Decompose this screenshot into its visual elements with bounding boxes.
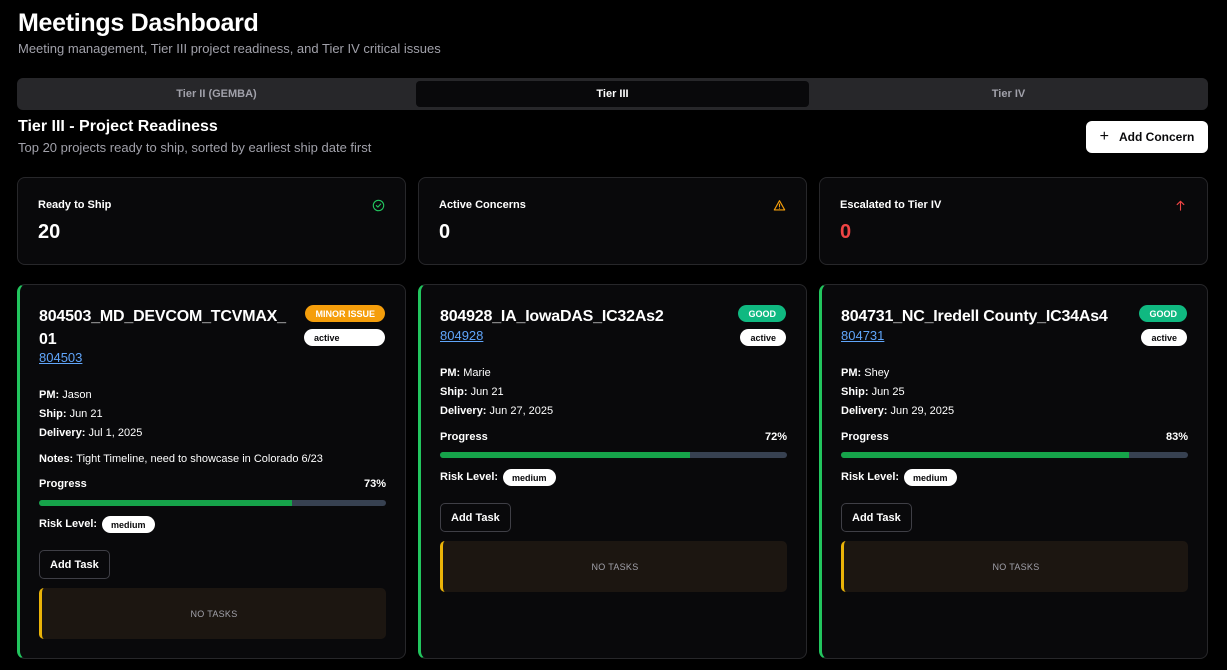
- stat-value: 20: [38, 221, 61, 243]
- progress-label: Progress: [841, 431, 889, 443]
- ship-row: Ship: Jun 25: [841, 386, 905, 398]
- progress-fill: [841, 452, 1129, 458]
- ship-value: Jun 21: [470, 386, 504, 398]
- risk-badge: medium: [102, 516, 155, 533]
- delivery-value: Jun 27, 2025: [489, 405, 554, 417]
- project-title: 804928_IA_IowaDAS_IC32As2: [440, 308, 664, 325]
- pm-value: Marie: [463, 367, 491, 379]
- stat-card-active-concerns: Active Concerns 0: [418, 177, 807, 265]
- progress-label: Progress: [440, 431, 488, 443]
- project-card: 804731_NC_Iredell County_IC34As4 804731 …: [819, 284, 1208, 659]
- project-title: 804503_MD_DEVCOM_TCVMAX_01: [39, 308, 286, 348]
- notes-row: Notes: Tight Timeline, need to showcase …: [39, 453, 323, 465]
- project-link[interactable]: 804928: [440, 328, 483, 343]
- section-subtitle: Top 20 projects ready to ship, sorted by…: [18, 140, 372, 155]
- add-concern-label: Add Concern: [1119, 130, 1195, 144]
- no-tasks-placeholder: NO TASKS: [841, 541, 1188, 592]
- progress-percent: 72%: [764, 431, 787, 443]
- state-badge: active: [740, 329, 786, 346]
- add-task-button[interactable]: Add Task: [39, 550, 110, 579]
- progress-bar: [440, 452, 787, 458]
- risk-label: Risk Level:: [39, 518, 98, 530]
- ship-label: Ship:: [39, 408, 67, 420]
- add-concern-button[interactable]: + Add Concern: [1086, 121, 1208, 153]
- stat-card-escalated: Escalated to Tier IV 0: [819, 177, 1208, 265]
- stat-value: 0: [439, 221, 451, 243]
- stat-label: Ready to Ship: [38, 199, 112, 211]
- state-badge: active: [304, 329, 385, 346]
- ship-label: Ship:: [440, 386, 468, 398]
- no-tasks-placeholder: NO TASKS: [39, 588, 386, 639]
- risk-label: Risk Level:: [440, 471, 499, 483]
- ship-value: Jun 25: [871, 386, 905, 398]
- tab-tier-ii[interactable]: Tier II (GEMBA): [20, 81, 413, 107]
- notes-label: Notes:: [39, 453, 74, 465]
- pm-row: PM: Jason: [39, 389, 92, 401]
- progress-bar: [841, 452, 1188, 458]
- delivery-row: Delivery: Jul 1, 2025: [39, 427, 142, 439]
- progress-bar: [39, 500, 386, 506]
- progress-fill: [440, 452, 690, 458]
- status-badge: GOOD: [738, 305, 786, 322]
- progress-percent: 83%: [1165, 431, 1188, 443]
- project-link[interactable]: 804731: [841, 328, 884, 343]
- project-title: 804731_NC_Iredell County_IC34As4: [841, 308, 1108, 325]
- pm-row: PM: Shey: [841, 367, 889, 379]
- project-link[interactable]: 804503: [39, 350, 82, 365]
- pm-value: Shey: [864, 367, 890, 379]
- pm-row: PM: Marie: [440, 367, 491, 379]
- delivery-row: Delivery: Jun 29, 2025: [841, 405, 954, 417]
- risk-badge: medium: [904, 469, 957, 486]
- project-card: 804928_IA_IowaDAS_IC32As2 804928 GOOD ac…: [418, 284, 807, 659]
- warning-icon: [773, 200, 786, 211]
- progress-label: Progress: [39, 478, 87, 490]
- delivery-label: Delivery:: [39, 427, 86, 439]
- stat-label: Active Concerns: [439, 199, 526, 211]
- pm-label: PM:: [841, 367, 862, 379]
- tab-tier-iii[interactable]: Tier III: [416, 81, 809, 107]
- no-tasks-placeholder: NO TASKS: [440, 541, 787, 592]
- project-card: 804503_MD_DEVCOM_TCVMAX_01 804503 MINOR …: [17, 284, 406, 659]
- status-badge: GOOD: [1139, 305, 1187, 322]
- tab-tier-iv[interactable]: Tier IV: [812, 81, 1205, 107]
- pm-value: Jason: [62, 389, 92, 401]
- delivery-value: Jul 1, 2025: [88, 427, 143, 439]
- delivery-label: Delivery:: [440, 405, 487, 417]
- tier-tabs: Tier II (GEMBA) Tier III Tier IV: [17, 78, 1208, 110]
- delivery-value: Jun 29, 2025: [890, 405, 955, 417]
- status-badge: MINOR ISSUE: [305, 305, 385, 322]
- risk-badge: medium: [503, 469, 556, 486]
- ship-value: Jun 21: [69, 408, 103, 420]
- stat-label: Escalated to Tier IV: [840, 199, 942, 211]
- arrow-up-icon: [1176, 200, 1185, 211]
- ship-label: Ship:: [841, 386, 869, 398]
- section-title: Tier III - Project Readiness: [18, 118, 218, 135]
- risk-label: Risk Level:: [841, 471, 900, 483]
- page-subtitle: Meeting management, Tier III project rea…: [18, 41, 441, 56]
- ship-row: Ship: Jun 21: [440, 386, 504, 398]
- progress-percent: 73%: [363, 478, 386, 490]
- delivery-label: Delivery:: [841, 405, 888, 417]
- pm-label: PM:: [440, 367, 461, 379]
- check-circle-icon: [372, 199, 385, 212]
- page-title: Meetings Dashboard: [18, 9, 259, 37]
- add-task-button[interactable]: Add Task: [841, 503, 912, 532]
- plus-icon: +: [1099, 128, 1109, 145]
- notes-value: Tight Timeline, need to showcase in Colo…: [76, 453, 323, 465]
- pm-label: PM:: [39, 389, 60, 401]
- stat-value: 0: [840, 221, 852, 243]
- stat-card-ready-to-ship: Ready to Ship 20: [17, 177, 406, 265]
- state-badge: active: [1141, 329, 1187, 346]
- ship-row: Ship: Jun 21: [39, 408, 103, 420]
- add-task-button[interactable]: Add Task: [440, 503, 511, 532]
- progress-fill: [39, 500, 293, 506]
- delivery-row: Delivery: Jun 27, 2025: [440, 405, 553, 417]
